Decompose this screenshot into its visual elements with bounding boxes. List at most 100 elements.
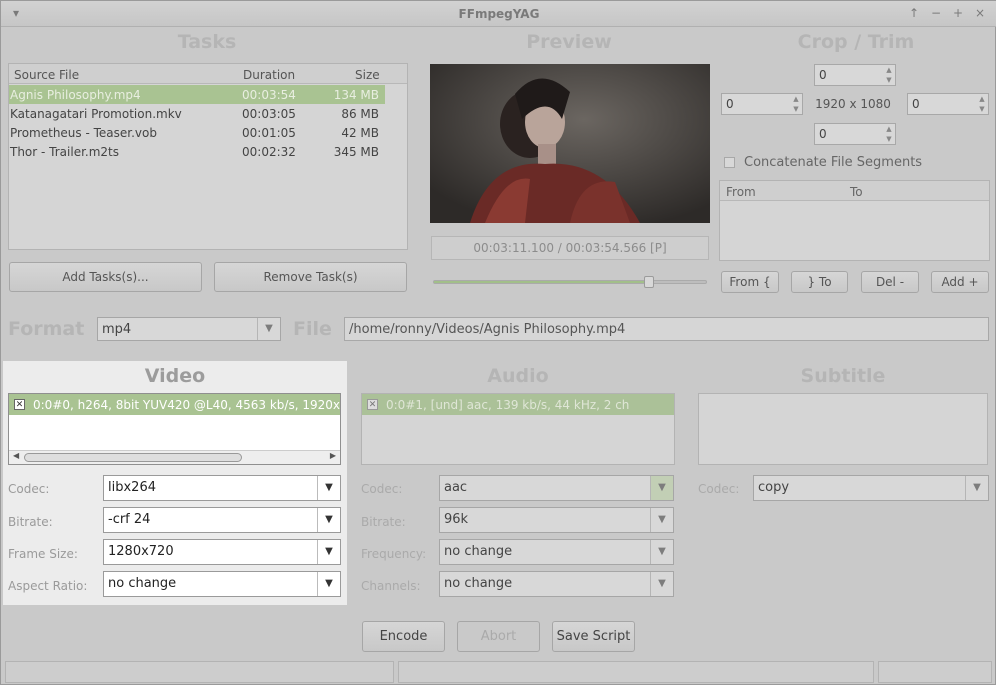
audio-codec-label: Codec: xyxy=(361,482,403,496)
table-row[interactable]: Prometheus - Teaser.vob 00:01:05 42 MB xyxy=(9,123,385,142)
chevron-down-icon[interactable]: ▼ xyxy=(317,476,340,500)
scroll-right-icon[interactable]: ▶ xyxy=(330,451,336,460)
table-header: Source File Duration Size xyxy=(9,64,407,84)
cell-size: 42 MB xyxy=(341,126,379,140)
arrow-up-icon[interactable]: ↑ xyxy=(907,6,921,20)
audio-codec-select[interactable]: aac ▼ xyxy=(439,475,674,501)
status-bar-segment xyxy=(878,661,992,683)
list-item[interactable]: ✕ 0:0#0, h264, 8bit YUV420 @L40, 4563 kb… xyxy=(9,394,340,415)
audio-channels-label: Channels: xyxy=(361,579,421,593)
audio-channels-value: no change xyxy=(444,576,513,591)
scroll-left-icon[interactable]: ◀ xyxy=(13,451,19,460)
audio-streams-list: ✕ 0:0#1, [und] aac, 139 kb/s, 44 kHz, 2 … xyxy=(361,393,675,465)
crop-trim-title: Crop / Trim xyxy=(797,31,915,53)
to-button[interactable]: } To xyxy=(791,271,848,293)
audio-bitrate-select[interactable]: 96k ▼ xyxy=(439,507,674,533)
from-button[interactable]: From { xyxy=(721,271,779,293)
cell-duration: 00:03:54 xyxy=(242,88,296,102)
remove-tasks-button[interactable]: Remove Task(s) xyxy=(214,262,407,292)
crop-left-value: 0 xyxy=(726,97,734,111)
output-file-input[interactable]: /home/ronny/Videos/Agnis Philosophy.mp4 xyxy=(344,317,989,341)
column-header-size[interactable]: Size xyxy=(355,68,380,82)
add-segment-button[interactable]: Add + xyxy=(931,271,989,293)
preview-slider-fill xyxy=(434,281,649,283)
status-bar-segment xyxy=(398,661,874,683)
cell-file: Thor - Trailer.m2ts xyxy=(10,145,120,159)
subtitle-codec-label: Codec: xyxy=(698,482,740,496)
chevron-down-icon[interactable]: ▼ xyxy=(650,572,673,596)
chevron-down-icon[interactable]: ▼ xyxy=(317,508,340,532)
audio-stream-checkbox[interactable]: ✕ xyxy=(367,399,378,410)
column-header-source-file[interactable]: Source File xyxy=(14,68,79,82)
format-select[interactable]: mp4 ▼ xyxy=(97,317,281,341)
chevron-down-icon[interactable]: ▼ xyxy=(257,318,280,340)
audio-frequency-label: Frequency: xyxy=(361,547,427,561)
preview-slider-track[interactable] xyxy=(433,276,707,288)
video-bitrate-select[interactable]: -crf 24 ▼ xyxy=(103,507,341,533)
crop-bottom-spinbox[interactable]: 0 ▲ ▼ xyxy=(814,123,896,145)
audio-codec-value: aac xyxy=(444,480,468,495)
video-streams-list: ✕ 0:0#0, h264, 8bit YUV420 @L40, 4563 kb… xyxy=(8,393,341,465)
crop-top-spinbox[interactable]: 0 ▲ ▼ xyxy=(814,64,896,86)
video-codec-value: libx264 xyxy=(108,480,156,495)
plus-icon[interactable]: + xyxy=(951,6,965,20)
preview-slider-handle[interactable] xyxy=(643,276,654,288)
spin-arrows-icon[interactable]: ▲ ▼ xyxy=(884,124,894,144)
audio-frequency-select[interactable]: no change ▼ xyxy=(439,539,674,565)
video-stream-checkbox[interactable]: ✕ xyxy=(14,399,25,410)
list-item[interactable]: ✕ 0:0#1, [und] aac, 139 kb/s, 44 kHz, 2 … xyxy=(362,394,674,415)
column-header-to[interactable]: To xyxy=(850,185,863,199)
video-codec-label: Codec: xyxy=(8,482,50,496)
preview-image xyxy=(430,64,710,223)
chevron-down-icon[interactable]: ▼ xyxy=(965,476,988,500)
crop-right-spinbox[interactable]: 0 ▲ ▼ xyxy=(907,93,989,115)
video-framesize-select[interactable]: 1280x720 ▼ xyxy=(103,539,341,565)
chevron-down-icon[interactable]: ▼ xyxy=(650,508,673,532)
chevron-down-icon[interactable]: ▼ xyxy=(650,540,673,564)
preview-frame-svg xyxy=(430,64,710,223)
close-icon[interactable]: × xyxy=(973,6,987,20)
abort-button[interactable]: Abort xyxy=(457,621,540,652)
crop-left-spinbox[interactable]: 0 ▲ ▼ xyxy=(721,93,803,115)
video-codec-select[interactable]: libx264 ▼ xyxy=(103,475,341,501)
spin-arrows-icon[interactable]: ▲ ▼ xyxy=(791,94,801,114)
minimize-icon[interactable]: − xyxy=(929,6,943,20)
scrollbar-thumb[interactable] xyxy=(24,453,242,462)
audio-channels-select[interactable]: no change ▼ xyxy=(439,571,674,597)
subtitle-streams-list xyxy=(698,393,988,465)
cell-size: 345 MB xyxy=(333,145,379,159)
add-tasks-button[interactable]: Add Tasks(s)... xyxy=(9,262,202,292)
column-header-from[interactable]: From xyxy=(726,185,756,199)
window-title: FFmpegYAG xyxy=(458,7,540,21)
crop-top-value: 0 xyxy=(819,68,827,82)
status-bar-segment xyxy=(5,661,394,683)
table-row[interactable]: Katanagatari Promotion.mkv 00:03:05 86 M… xyxy=(9,104,385,123)
resolution-label: 1920 x 1080 xyxy=(815,97,891,111)
cell-size: 134 MB xyxy=(333,88,379,102)
save-script-button[interactable]: Save Script xyxy=(552,621,635,652)
column-header-duration[interactable]: Duration xyxy=(243,68,295,82)
chevron-down-icon[interactable]: ▼ xyxy=(317,572,340,596)
chevron-down-icon[interactable]: ▼ xyxy=(317,540,340,564)
app-window: ▾ FFmpegYAG ↑ − + × Tasks Source File Du… xyxy=(0,0,996,685)
subtitle-codec-select[interactable]: copy ▼ xyxy=(753,475,989,501)
cell-duration: 00:02:32 xyxy=(242,145,296,159)
horizontal-scrollbar[interactable]: ◀ ▶ xyxy=(9,450,340,464)
spin-arrows-icon[interactable]: ▲ ▼ xyxy=(884,65,894,85)
concatenate-checkbox[interactable] xyxy=(724,157,735,168)
cell-file: Katanagatari Promotion.mkv xyxy=(10,107,182,121)
audio-bitrate-label: Bitrate: xyxy=(361,515,406,529)
spin-arrows-icon[interactable]: ▲ ▼ xyxy=(977,94,987,114)
video-title: Video xyxy=(144,365,206,387)
video-aspect-select[interactable]: no change ▼ xyxy=(103,571,341,597)
encode-button[interactable]: Encode xyxy=(362,621,445,652)
video-bitrate-label: Bitrate: xyxy=(8,515,53,529)
table-row-selected[interactable]: Agnis Philosophy.mp4 00:03:54 134 MB xyxy=(9,85,385,104)
subtitle-title: Subtitle xyxy=(800,365,886,387)
delete-segment-button[interactable]: Del - xyxy=(861,271,919,293)
video-bitrate-value: -crf 24 xyxy=(108,512,151,527)
crop-right-value: 0 xyxy=(912,97,920,111)
video-framesize-value: 1280x720 xyxy=(108,544,174,559)
chevron-down-icon[interactable]: ▼ xyxy=(650,476,673,500)
table-row[interactable]: Thor - Trailer.m2ts 00:02:32 345 MB xyxy=(9,142,385,161)
